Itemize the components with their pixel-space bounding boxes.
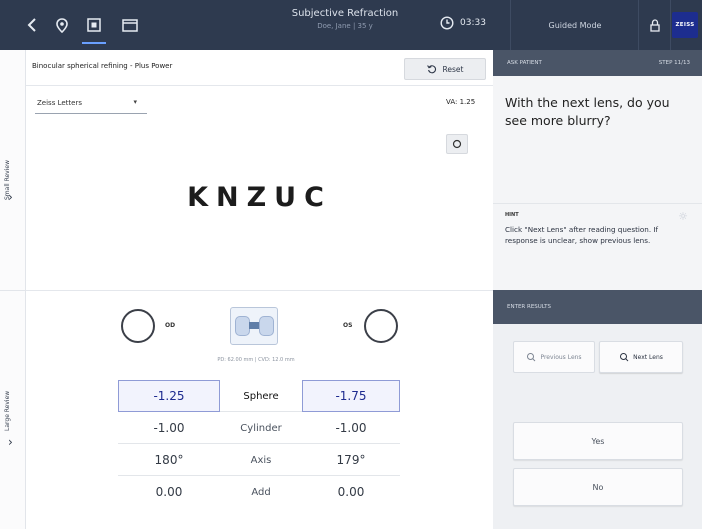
binocular-icon[interactable] xyxy=(230,307,278,345)
divider xyxy=(670,0,671,50)
add-label: Add xyxy=(251,486,271,498)
cylinder-label: Cylinder xyxy=(240,422,282,434)
os-axis-value[interactable]: 179° xyxy=(302,444,400,476)
lock-icon[interactable] xyxy=(640,0,670,50)
back-chevron-icon[interactable] xyxy=(18,10,46,40)
sphere-label: Sphere xyxy=(243,390,279,402)
enter-results-title: ENTER RESULTS xyxy=(507,304,551,310)
next-lens-label: Next Lens xyxy=(633,353,663,361)
hint-card: HINT ☼ Click "Next Lens" after reading q… xyxy=(493,203,702,290)
test-header: Binocular spherical refining - Plus Powe… xyxy=(26,50,493,86)
od-axis-value[interactable]: 180° xyxy=(118,444,220,476)
reset-label: Reset xyxy=(442,64,464,74)
od-label: OD xyxy=(165,322,176,329)
patient-subtitle: Doe, Jane | 35 y xyxy=(317,22,373,30)
next-lens-button[interactable]: Next Lens xyxy=(599,341,683,373)
reset-button[interactable]: Reset xyxy=(404,58,486,80)
pd-cvd-info: PD: 62.00 mm | CVD: 12.0 mm xyxy=(217,357,295,363)
ask-patient-title: ASK PATIENT xyxy=(507,60,542,66)
od-eye-toggle[interactable] xyxy=(121,309,155,343)
od-sphere-value[interactable]: -1.25 xyxy=(118,380,220,412)
os-cylinder-value[interactable]: -1.00 xyxy=(302,412,400,444)
step-counter: STEP 11/13 xyxy=(658,60,690,66)
top-bar: Subjective Refraction Doe, Jane | 35 y 0… xyxy=(0,0,702,50)
lens-icon xyxy=(620,353,629,362)
divider xyxy=(638,0,639,50)
refraction-values-grid: -1.25 Sphere -1.75 -1.00 Cylinder -1.00 … xyxy=(118,380,400,508)
exam-timer: 03:33 xyxy=(440,16,505,30)
ask-patient-header: ASK PATIENT STEP 11/13 xyxy=(493,50,702,76)
od-add-value[interactable]: 0.00 xyxy=(118,476,220,508)
od-cylinder-value[interactable]: -1.00 xyxy=(118,412,220,444)
axis-label: Axis xyxy=(250,454,272,466)
hint-text: Click "Next Lens" after reading question… xyxy=(505,225,659,245)
divider xyxy=(510,0,511,50)
lightbulb-icon: ☼ xyxy=(678,210,688,223)
location-pin-icon[interactable] xyxy=(48,10,76,40)
screen-title: Subjective Refraction Doe, Jane | 35 y xyxy=(260,8,430,30)
refresh-icon xyxy=(452,139,462,149)
optotype-letters: KNZUC xyxy=(187,182,332,213)
test-chart-panel: Binocular spherical refining - Plus Powe… xyxy=(26,50,493,290)
guided-mode-toggle[interactable]: Guided Mode xyxy=(512,0,638,50)
table-row: 0.00 Add 0.00 xyxy=(118,476,400,508)
no-button[interactable]: No xyxy=(513,468,683,506)
chevron-down-icon: ▾ xyxy=(133,98,137,106)
small-review-strip[interactable]: Small Review › xyxy=(0,50,26,290)
phoropter-panel: OD OS PD: 62.00 mm | CVD: 12.0 mm -1.25 … xyxy=(26,290,493,529)
large-review-strip[interactable]: Large Review › xyxy=(0,290,26,529)
visual-acuity-value: VA: 1.25 xyxy=(446,98,476,106)
os-add-value[interactable]: 0.00 xyxy=(302,476,400,508)
refresh-optotypes-button[interactable] xyxy=(446,134,468,154)
hint-label: HINT xyxy=(505,212,519,218)
table-row: -1.00 Cylinder -1.00 xyxy=(118,412,400,444)
monitor-icon[interactable] xyxy=(116,10,144,40)
os-label: OS xyxy=(343,322,353,329)
screen-title-text: Subjective Refraction xyxy=(291,8,399,19)
chart-type-value: Zeiss Letters xyxy=(37,99,82,107)
reset-icon xyxy=(426,65,436,74)
test-title: Binocular spherical refining - Plus Powe… xyxy=(32,62,173,70)
chart-type-select[interactable]: Zeiss Letters ▾ xyxy=(35,96,147,114)
large-review-label: Large Review xyxy=(4,390,11,431)
results-panel: Previous Lens Next Lens Yes No xyxy=(493,324,702,529)
enter-results-header: ENTER RESULTS xyxy=(493,290,702,324)
question-card: With the next lens, do you see more blur… xyxy=(493,76,702,203)
lens-icon xyxy=(527,353,536,362)
clock-icon xyxy=(440,16,454,30)
expand-chevron-icon[interactable]: › xyxy=(8,435,13,449)
timer-value: 03:33 xyxy=(460,18,486,28)
os-eye-toggle[interactable] xyxy=(364,309,398,343)
exam-screen-icon[interactable] xyxy=(80,10,108,44)
table-row: -1.25 Sphere -1.75 xyxy=(118,380,400,412)
patient-question: With the next lens, do you see more blur… xyxy=(505,95,670,128)
table-row: 180° Axis 179° xyxy=(118,444,400,476)
expand-chevron-icon[interactable]: › xyxy=(8,190,13,204)
zeiss-logo: ZEISS xyxy=(672,12,698,38)
previous-lens-label: Previous Lens xyxy=(540,353,582,361)
os-sphere-value[interactable]: -1.75 xyxy=(302,380,400,412)
yes-button[interactable]: Yes xyxy=(513,422,683,460)
previous-lens-button[interactable]: Previous Lens xyxy=(513,341,595,373)
